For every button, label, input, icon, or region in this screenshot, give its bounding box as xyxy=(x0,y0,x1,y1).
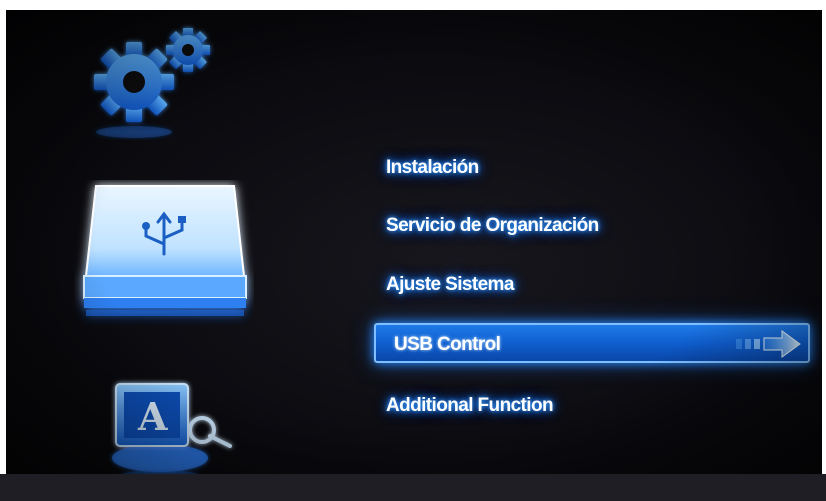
usb-icon[interactable] xyxy=(74,180,254,340)
menu-screen: A Instalación Servicio de Organización A… xyxy=(6,10,822,474)
gear-icon[interactable] xyxy=(76,20,226,140)
menu-item-ajuste-sistema[interactable]: Ajuste Sistema xyxy=(368,265,808,305)
text-edit-icon[interactable]: A xyxy=(98,378,248,474)
menu-item-label: Ajuste Sistema xyxy=(386,274,514,295)
menu-item-label: Additional Function xyxy=(386,395,554,416)
menu-item-label: Servicio de Organización xyxy=(386,215,599,236)
menu-item-label: Instalación xyxy=(386,157,479,178)
menu-item-instalacion[interactable]: Instalación xyxy=(368,148,808,188)
screen-bezel xyxy=(0,474,826,501)
menu-item-label: USB Control xyxy=(394,334,501,355)
svg-text:A: A xyxy=(137,394,168,439)
arrow-right-icon xyxy=(736,330,801,358)
menu-item-additional-function[interactable]: Additional Function xyxy=(368,386,808,426)
menu-item-usb-control[interactable]: USB Control xyxy=(374,323,810,363)
menu-item-servicio-de-organizacion[interactable]: Servicio de Organización xyxy=(368,206,808,246)
